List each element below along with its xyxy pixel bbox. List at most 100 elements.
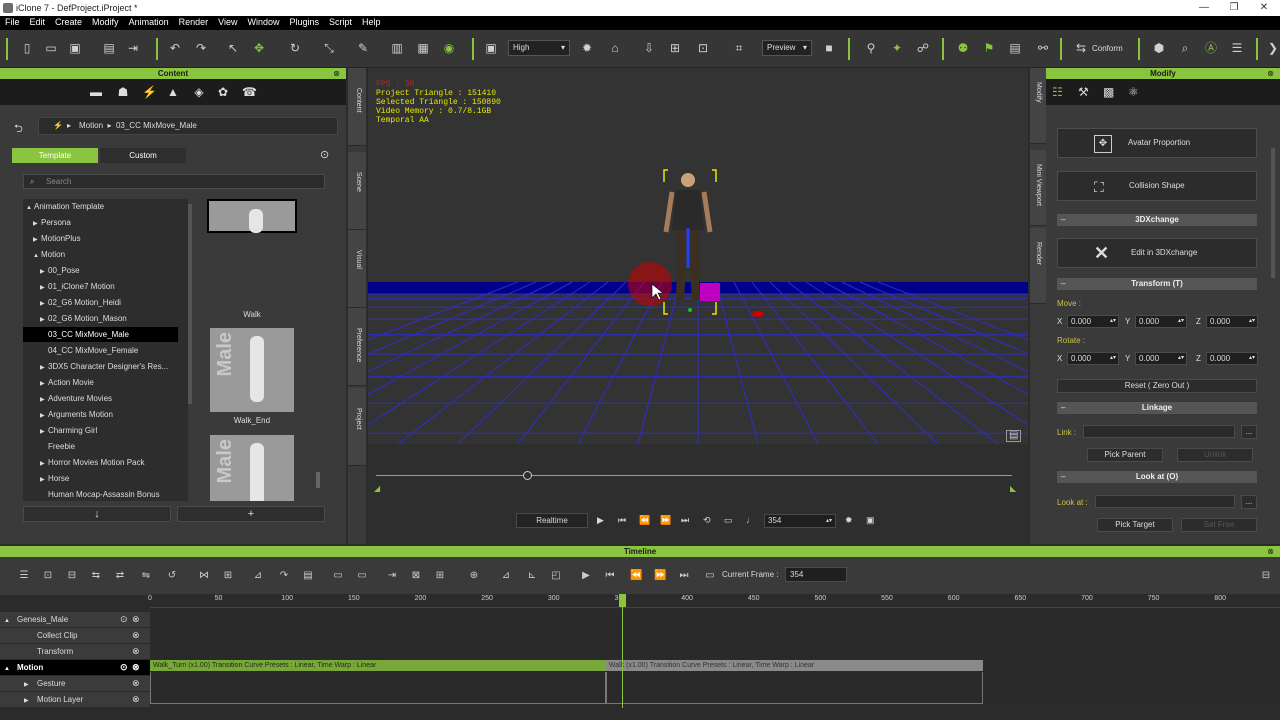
media-icon[interactable]: ✿ (216, 85, 230, 99)
side-tab-content[interactable]: Content (348, 68, 366, 146)
conform-label[interactable]: Conform (1092, 44, 1123, 53)
range-icon[interactable]: ▭ (724, 515, 733, 526)
expand-arrow-icon[interactable]: ▲ (33, 249, 41, 264)
link-icon[interactable]: ⚯ (1036, 41, 1050, 55)
motion-thumbnail[interactable]: Male (210, 435, 294, 501)
visibility-icon[interactable]: ⊙ (120, 612, 128, 627)
side-tab-preference[interactable]: Preference (348, 308, 366, 386)
expand-arrow-icon[interactable]: ▶ (40, 377, 48, 392)
scale-icon[interactable]: ⤡ (322, 41, 336, 55)
expand-arrow-icon[interactable]: ▶ (40, 281, 48, 296)
realtime-button[interactable]: Realtime (516, 513, 588, 528)
menu-window[interactable]: Window (242, 16, 284, 27)
remove-icon[interactable]: ⊗ (132, 660, 140, 675)
spinner-icon[interactable]: ▴▾ (1249, 353, 1255, 364)
track-row[interactable]: ▶ Gesture ⊗ (0, 676, 150, 692)
tree-item[interactable]: ▶ Horse (23, 471, 178, 486)
spinner-icon[interactable]: ▴▾ (1249, 316, 1255, 327)
rotate-y-input[interactable]: 0.000 ▴▾ (1135, 352, 1187, 365)
reset-zero-out-button[interactable]: Reset ( Zero Out ) (1057, 379, 1257, 393)
film-icon[interactable]: ▤ (302, 570, 314, 582)
expand-arrow-icon[interactable]: ▲ (4, 662, 14, 677)
side-tab-render[interactable]: Render (1030, 228, 1046, 304)
motion-icon[interactable]: ⚡ (142, 85, 157, 99)
bone-icon[interactable]: ⚲ (864, 41, 878, 55)
home-icon[interactable]: ⌂ (608, 41, 622, 55)
expand-arrow-icon[interactable]: ▶ (40, 473, 48, 488)
remove-icon[interactable]: ⊗ (132, 644, 140, 659)
add-button[interactable]: + (177, 506, 325, 522)
checker-icon[interactable]: ▩ (1103, 85, 1114, 99)
tree-item[interactable]: ▶ 02_G6 Motion_Heidi (23, 295, 178, 310)
new-file-icon[interactable]: ▯ (20, 41, 34, 55)
rotate-icon[interactable]: ↻ (288, 41, 302, 55)
3d-viewport[interactable]: FPS : 30 Project Triangle : 151410 Selec… (368, 68, 1028, 444)
collapse-all-icon[interactable]: ⊟ (1260, 570, 1272, 582)
tree-item[interactable]: ▶ 01_iClone7 Motion (23, 279, 178, 294)
track-row[interactable]: Transform ⊗ (0, 644, 150, 660)
tab-template[interactable]: Template (12, 148, 98, 163)
rotate-x-input[interactable]: 0.000 ▴▾ (1067, 352, 1119, 365)
character-icon[interactable]: ⚉ (956, 41, 970, 55)
move-icon[interactable]: ✥ (252, 41, 266, 55)
expand-arrow-icon[interactable]: ▶ (24, 694, 34, 709)
motion-clip[interactable]: Walk_Turn (x1.00) Transition Curve Prese… (150, 660, 606, 671)
first-frame-icon[interactable]: ⏮ (618, 515, 626, 526)
tree-item[interactable]: ▶ Charming Girl (23, 423, 178, 438)
expand-arrow-icon[interactable]: ▶ (40, 313, 48, 328)
menu-file[interactable]: File (0, 16, 25, 27)
remove-icon[interactable]: ⊗ (132, 676, 140, 691)
cube-icon[interactable]: ⬢ (1152, 41, 1166, 55)
smart-icon[interactable]: Ⓐ (1204, 41, 1218, 55)
tree-scrollbar[interactable] (188, 204, 192, 404)
menu-view[interactable]: View (213, 16, 242, 27)
undo-icon[interactable]: ↶ (168, 41, 182, 55)
maximize-button[interactable]: ❐ (1226, 2, 1242, 14)
remove-icon[interactable]: ⊗ (132, 612, 140, 627)
search-icon[interactable]: ⌕ (1178, 41, 1192, 55)
loop-icon[interactable]: ↺ (166, 570, 178, 582)
clip-icon[interactable]: ▭ (332, 570, 344, 582)
look-at-browse-button[interactable]: ... (1241, 495, 1257, 509)
visibility-icon[interactable]: ⊙ (120, 660, 128, 675)
range-frame-icon[interactable]: ▭ (704, 570, 716, 582)
collapse-icon[interactable]: ⊙ (320, 148, 329, 161)
scrub-handle[interactable] (523, 471, 532, 480)
key-icon[interactable]: ⊿ (252, 570, 264, 582)
grid-icon[interactable]: ⊡ (696, 41, 710, 55)
sliders-icon[interactable]: ☷ (1052, 85, 1063, 99)
expand-arrow-icon[interactable]: ▶ (40, 393, 48, 408)
split-icon[interactable]: ⋈ (198, 570, 210, 582)
expand-arrow-icon[interactable]: ▶ (33, 233, 41, 248)
timeline-ruler[interactable]: 0501001502002503003504004505005506006507… (148, 594, 1280, 608)
link-icon[interactable]: ⇄ (114, 570, 126, 582)
look-at-field[interactable] (1095, 495, 1235, 508)
side-tab-modify[interactable]: Modify (1030, 68, 1046, 144)
move-y-input[interactable]: 0.000 ▴▾ (1135, 315, 1187, 328)
tree-item[interactable]: 03_CC MixMove_Male (23, 327, 178, 342)
range-start-icon[interactable]: ◢ (374, 484, 380, 493)
close-icon[interactable]: ⊗ (333, 68, 340, 79)
trim-icon[interactable]: ⊞ (434, 570, 446, 582)
loop-icon[interactable]: ⟲ (703, 515, 711, 526)
tree-item[interactable]: ▶ Persona (23, 215, 178, 230)
settings-gear-icon[interactable]: ✹ (845, 515, 853, 526)
tree-item[interactable]: Freebie (23, 439, 178, 454)
expand-arrow-icon[interactable]: ▲ (4, 614, 14, 629)
modify-scrollbar[interactable] (1271, 148, 1275, 278)
flip-icon[interactable]: ⇋ (140, 570, 152, 582)
menu-edit[interactable]: Edit (25, 16, 51, 27)
expand-arrow-icon[interactable]: ▶ (40, 409, 48, 424)
menu-modify[interactable]: Modify (87, 16, 124, 27)
remove-icon[interactable]: ⊗ (132, 692, 140, 707)
play-icon[interactable]: ▶ (597, 515, 604, 526)
light-icon[interactable]: ✹ (580, 41, 594, 55)
set-free-button[interactable]: Set Free (1181, 518, 1257, 532)
insert-icon[interactable]: ⇥ (386, 570, 398, 582)
breadcrumb-item[interactable]: Motion (79, 121, 103, 130)
filter-icon[interactable]: ⊟ (66, 570, 78, 582)
spinner-icon[interactable]: ▴▾ (1110, 316, 1116, 327)
section-linkage[interactable]: – Linkage (1057, 402, 1257, 414)
align-icon[interactable]: ▥ (390, 41, 404, 55)
camera-icon[interactable]: ■ (822, 41, 836, 55)
